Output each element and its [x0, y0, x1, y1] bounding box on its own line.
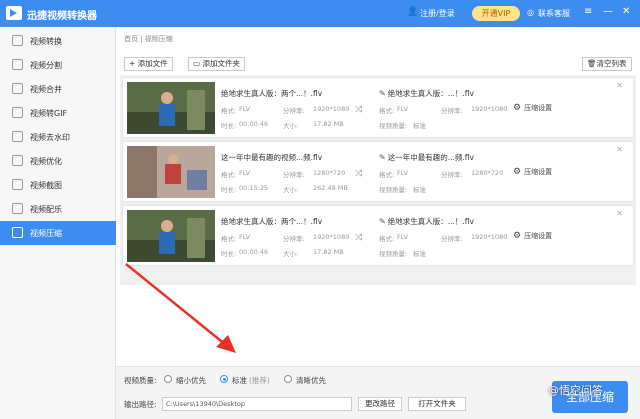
sidebar: 视频转换 视频分割 视频合并 视频转GIF 视频去水印 视频优化 视频截图 视频…: [0, 27, 116, 419]
sidebar-item-label: 视频转换: [30, 37, 62, 46]
quality-standard-label: 标准: [232, 376, 247, 385]
app-logo-icon: [6, 6, 22, 20]
convert-icon: [12, 35, 23, 46]
quality-clear-radio[interactable]: [284, 375, 292, 383]
close-window-icon[interactable]: ✕: [622, 6, 630, 17]
sidebar-item-label: 视频合并: [30, 85, 62, 94]
compress-icon: [12, 227, 23, 238]
output-path-field[interactable]: C:\Users\13940\Desktop: [162, 397, 352, 411]
sidebar-item-label: 视频配乐: [30, 205, 62, 214]
annotation-arrow: [125, 263, 236, 353]
quality-standard-radio[interactable]: [220, 375, 228, 383]
sidebar-item-split[interactable]: 视频分割: [0, 53, 116, 77]
watermark-icon: [12, 131, 23, 142]
minimize-icon[interactable]: —: [603, 6, 613, 17]
menu-icon[interactable]: ≡: [584, 6, 592, 17]
sidebar-item-gif[interactable]: 视频转GIF: [0, 101, 116, 125]
gif-icon: [12, 107, 23, 118]
sidebar-item-optimize[interactable]: 视频优化: [0, 149, 116, 173]
sidebar-item-merge[interactable]: 视频合并: [0, 77, 116, 101]
sidebar-item-label: 视频去水印: [30, 133, 70, 142]
quality-label: 视频质量:: [124, 376, 157, 385]
user-icon: 👤: [407, 7, 419, 17]
screenshot-icon: [12, 179, 23, 190]
sidebar-item-compress[interactable]: 视频压缩: [0, 221, 116, 245]
watermark-text: @悟空问答: [548, 384, 603, 397]
music-icon: [12, 203, 23, 214]
sidebar-item-label: 视频分割: [30, 61, 62, 70]
change-path-button[interactable]: 更改路径: [358, 397, 402, 411]
sidebar-item-label: 视频截图: [30, 181, 62, 190]
sidebar-item-screenshot[interactable]: 视频截图: [0, 173, 116, 197]
login-link[interactable]: 注册/登录: [420, 8, 455, 19]
sidebar-item-watermark[interactable]: 视频去水印: [0, 125, 116, 149]
optimize-icon: [12, 155, 23, 166]
open-folder-button[interactable]: 打开文件夹: [408, 397, 466, 411]
vip-button[interactable]: 开通VIP: [472, 6, 520, 21]
support-link[interactable]: 联系客服: [538, 8, 570, 19]
sidebar-item-label: 视频优化: [30, 157, 62, 166]
path-label: 输出路径:: [124, 400, 157, 409]
quality-clear-label: 清晰优先: [296, 376, 326, 385]
sidebar-item-label: 视频转GIF: [30, 109, 68, 118]
sidebar-item-convert[interactable]: 视频转换: [0, 29, 116, 53]
merge-icon: [12, 83, 23, 94]
main-panel: 首页 | 视频压缩 + 添加文件 ▭ 添加文件夹 🗑清空列表 绝地求生真人版：两…: [116, 27, 640, 419]
title-bar: 迅捷视频转换器 👤 注册/登录 开通VIP ◎ 联系客服 ≡ — ✕: [0, 0, 640, 27]
sidebar-item-music[interactable]: 视频配乐: [0, 197, 116, 221]
quality-small-radio[interactable]: [164, 375, 172, 383]
support-icon: ◎: [527, 8, 534, 17]
split-icon: [12, 59, 23, 70]
app-title: 迅捷视频转换器: [27, 11, 97, 22]
sidebar-item-label: 视频压缩: [30, 229, 62, 238]
quality-small-label: 缩小优先: [176, 376, 206, 385]
recommended-tag: (推荐): [249, 376, 270, 385]
